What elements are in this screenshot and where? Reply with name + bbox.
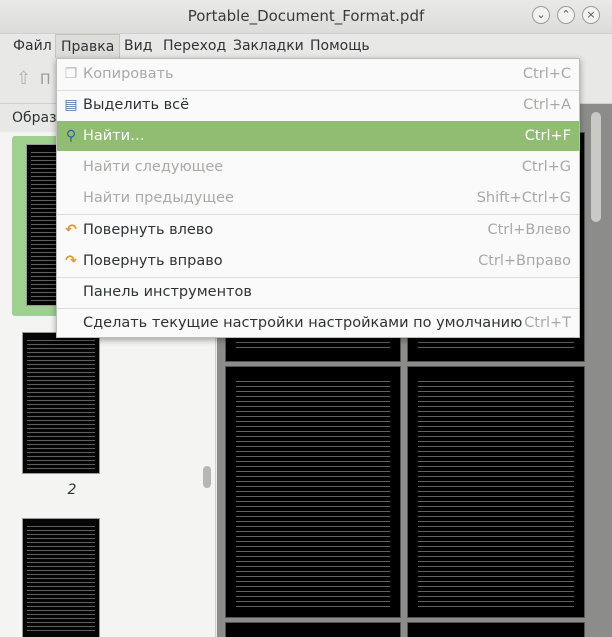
menu-item-copy[interactable]: ❐ Копировать Ctrl+C [57, 59, 579, 89]
back-arrow-icon[interactable]: ⇧ [16, 68, 31, 89]
select-all-icon: ▤ [64, 97, 78, 113]
menu-item-find-previous[interactable]: Найти предыдущее Shift+Ctrl+G [57, 183, 579, 213]
menu-bookmarks[interactable]: Закладки [228, 34, 309, 58]
page-thumbnail[interactable] [22, 518, 100, 637]
menu-item-toolbar[interactable]: Панель инструментов [57, 277, 579, 307]
menu-item-find[interactable]: ⚲ Найти… Ctrl+F [57, 121, 579, 151]
magnifier-icon: ⚲ [65, 128, 77, 144]
menu-item-label: Сделать текущие настройки настройками по… [83, 315, 523, 331]
menu-item-label: Повернуть вправо [83, 253, 223, 269]
menu-item-select-all[interactable]: ▤ Выделить всё Ctrl+A [57, 90, 579, 120]
edit-menu-dropdown: ❐ Копировать Ctrl+C ▤ Выделить всё Ctrl+… [56, 58, 580, 338]
menu-item-label: Выделить всё [83, 97, 190, 113]
sidebar-scrollbar[interactable] [203, 466, 211, 488]
menu-item-rotate-right[interactable]: ↷ Повернуть вправо Ctrl+Вправо [57, 246, 579, 276]
menu-bar: Файл Правка Вид Переход Закладки Помощь [0, 34, 612, 58]
title-bar: Portable_Document_Format.pdf ⌄ ⌃ × [0, 0, 612, 34]
page-number-label: 2 [67, 482, 77, 498]
menu-item-shortcut: Ctrl+T [524, 315, 571, 331]
window-title: Portable_Document_Format.pdf [187, 7, 425, 25]
menu-go[interactable]: Переход [158, 34, 231, 58]
menu-item-shortcut: Ctrl+A [523, 97, 571, 113]
document-scrollbar[interactable] [591, 112, 601, 222]
menu-item-label: Панель инструментов [83, 284, 252, 300]
maximize-button[interactable]: ⌃ [557, 6, 575, 24]
menu-item-label: Найти следующее [83, 159, 224, 175]
menu-edit[interactable]: Правка [55, 34, 121, 58]
menu-item-shortcut: Ctrl+Вправо [478, 253, 571, 269]
page-thumbnail[interactable] [22, 332, 100, 474]
menu-item-save-defaults[interactable]: Сделать текущие настройки настройками по… [57, 308, 579, 338]
copy-icon: ❐ [64, 66, 78, 82]
menu-item-shortcut: Ctrl+F [524, 128, 571, 144]
document-page[interactable] [225, 366, 401, 618]
menu-view[interactable]: Вид [119, 34, 157, 58]
document-page[interactable] [407, 622, 585, 637]
menu-item-label: Найти… [83, 128, 145, 144]
menu-item-shortcut: Shift+Ctrl+G [476, 190, 571, 206]
menu-file[interactable]: Файл [8, 34, 57, 58]
menu-item-shortcut: Ctrl+G [521, 159, 571, 175]
rotate-left-icon: ↶ [65, 222, 77, 238]
menu-item-shortcut: Ctrl+Влево [487, 222, 571, 238]
rotate-right-icon: ↷ [65, 253, 77, 269]
menu-item-find-next[interactable]: Найти следующее Ctrl+G [57, 152, 579, 182]
back-button-label[interactable]: П [40, 72, 51, 88]
menu-item-shortcut: Ctrl+C [522, 66, 571, 82]
menu-help[interactable]: Помощь [305, 34, 375, 58]
close-button[interactable]: × [582, 6, 600, 24]
menu-item-label: Повернуть влево [83, 222, 214, 238]
menu-item-label: Найти предыдущее [83, 190, 234, 206]
minimize-button[interactable]: ⌄ [532, 6, 550, 24]
menu-item-rotate-left[interactable]: ↶ Повернуть влево Ctrl+Влево [57, 215, 579, 245]
document-page[interactable] [225, 622, 401, 637]
menu-item-label: Копировать [83, 66, 174, 82]
document-page[interactable] [407, 366, 585, 618]
